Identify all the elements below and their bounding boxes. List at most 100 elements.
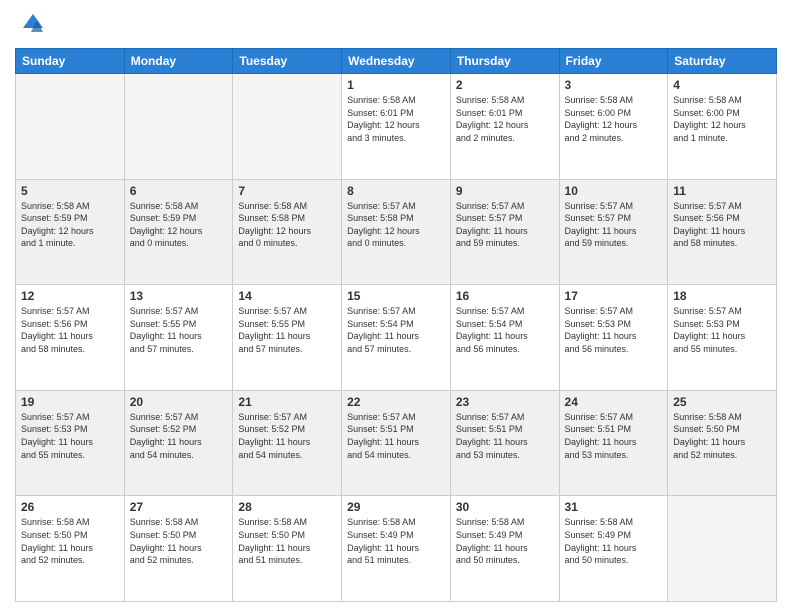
day-info: Sunrise: 5:57 AM Sunset: 5:56 PM Dayligh…: [673, 200, 771, 250]
day-info: Sunrise: 5:57 AM Sunset: 5:51 PM Dayligh…: [456, 411, 554, 461]
day-info: Sunrise: 5:58 AM Sunset: 6:01 PM Dayligh…: [456, 94, 554, 144]
day-number: 30: [456, 500, 554, 514]
col-header-sunday: Sunday: [16, 49, 125, 74]
calendar-cell: 3 Sunrise: 5:58 AM Sunset: 6:00 PM Daylig…: [559, 74, 668, 180]
calendar-cell: 12Sunrise: 5:57 AM Sunset: 5:56 PM Dayli…: [16, 285, 125, 391]
day-number: 17: [565, 289, 663, 303]
day-number: 25: [673, 395, 771, 409]
day-number: 15: [347, 289, 445, 303]
calendar-cell: 31 Sunrise: 5:58 AM Sunset: 5:49 PM Dayli…: [559, 496, 668, 602]
calendar-cell: 13 Sunrise: 5:57 AM Sunset: 5:55 PM Dayli…: [124, 285, 233, 391]
calendar-cell: 4 Sunrise: 5:58 AM Sunset: 6:00 PM Daylig…: [668, 74, 777, 180]
calendar-cell: 1Sunrise: 5:58 AM Sunset: 6:01 PM Daylig…: [342, 74, 451, 180]
day-info: Sunrise: 5:57 AM Sunset: 5:51 PM Dayligh…: [347, 411, 445, 461]
day-info: Sunrise: 5:58 AM Sunset: 5:50 PM Dayligh…: [238, 516, 336, 566]
day-number: 23: [456, 395, 554, 409]
day-number: 16: [456, 289, 554, 303]
calendar-table: SundayMondayTuesdayWednesdayThursdayFrid…: [15, 48, 777, 602]
calendar-cell: 27 Sunrise: 5:58 AM Sunset: 5:50 PM Dayli…: [124, 496, 233, 602]
day-info: Sunrise: 5:58 AM Sunset: 6:00 PM Dayligh…: [565, 94, 663, 144]
col-header-wednesday: Wednesday: [342, 49, 451, 74]
calendar-cell: 23 Sunrise: 5:57 AM Sunset: 5:51 PM Dayli…: [450, 390, 559, 496]
day-number: 8: [347, 184, 445, 198]
day-info: Sunrise: 5:58 AM Sunset: 6:00 PM Dayligh…: [673, 94, 771, 144]
day-number: 7: [238, 184, 336, 198]
day-number: 9: [456, 184, 554, 198]
day-number: 6: [130, 184, 228, 198]
calendar-cell: [124, 74, 233, 180]
day-number: 3: [565, 78, 663, 92]
day-number: 19: [21, 395, 119, 409]
day-number: 31: [565, 500, 663, 514]
calendar-cell: 30 Sunrise: 5:58 AM Sunset: 5:49 PM Dayli…: [450, 496, 559, 602]
calendar-cell: [668, 496, 777, 602]
calendar-header-row: SundayMondayTuesdayWednesdayThursdayFrid…: [16, 49, 777, 74]
page: SundayMondayTuesdayWednesdayThursdayFrid…: [0, 0, 792, 612]
calendar-cell: 10 Sunrise: 5:57 AM Sunset: 5:57 PM Dayli…: [559, 179, 668, 285]
calendar-cell: 6 Sunrise: 5:58 AM Sunset: 5:59 PM Daylig…: [124, 179, 233, 285]
day-info: Sunrise: 5:57 AM Sunset: 5:52 PM Dayligh…: [130, 411, 228, 461]
calendar-week-row: 1 Sunrise: 5:58 AM Sunset: 6:01 PM Daylig…: [16, 74, 777, 180]
calendar-cell: [16, 74, 125, 180]
day-number: 29: [347, 500, 445, 514]
day-info: Sunrise: 5:57 AM Sunset: 5:53 PM Dayligh…: [673, 305, 771, 355]
day-info: Sunrise: 5:57 AM Sunset: 5:54 PM Dayligh…: [347, 305, 445, 355]
day-info: Sunrise: 5:58 AM Sunset: 5:50 PM Dayligh…: [673, 411, 771, 461]
day-number: 2: [456, 78, 554, 92]
col-header-thursday: Thursday: [450, 49, 559, 74]
calendar-cell: 9Sunrise: 5:57 AM Sunset: 5:57 PM Daylig…: [450, 179, 559, 285]
calendar-cell: 21 Sunrise: 5:57 AM Sunset: 5:52 PM Dayli…: [233, 390, 342, 496]
day-info: Sunrise: 5:57 AM Sunset: 5:55 PM Dayligh…: [130, 305, 228, 355]
calendar-cell: 26Sunrise: 5:58 AM Sunset: 5:50 PM Dayli…: [16, 496, 125, 602]
day-number: 22: [347, 395, 445, 409]
day-number: 13: [130, 289, 228, 303]
calendar-week-row: 12Sunrise: 5:57 AM Sunset: 5:56 PM Dayli…: [16, 285, 777, 391]
day-info: Sunrise: 5:58 AM Sunset: 5:59 PM Dayligh…: [21, 200, 119, 250]
calendar-cell: 20 Sunrise: 5:57 AM Sunset: 5:52 PM Dayli…: [124, 390, 233, 496]
day-info: Sunrise: 5:58 AM Sunset: 5:58 PM Dayligh…: [238, 200, 336, 250]
day-info: Sunrise: 5:58 AM Sunset: 5:49 PM Dayligh…: [565, 516, 663, 566]
calendar-cell: 11Sunrise: 5:57 AM Sunset: 5:56 PM Dayli…: [668, 179, 777, 285]
calendar-week-row: 5 Sunrise: 5:58 AM Sunset: 5:59 PM Daylig…: [16, 179, 777, 285]
day-number: 26: [21, 500, 119, 514]
day-number: 18: [673, 289, 771, 303]
day-info: Sunrise: 5:58 AM Sunset: 5:59 PM Dayligh…: [130, 200, 228, 250]
calendar-cell: 19Sunrise: 5:57 AM Sunset: 5:53 PM Dayli…: [16, 390, 125, 496]
calendar-cell: 22 Sunrise: 5:57 AM Sunset: 5:51 PM Dayli…: [342, 390, 451, 496]
day-info: Sunrise: 5:58 AM Sunset: 5:49 PM Dayligh…: [456, 516, 554, 566]
col-header-tuesday: Tuesday: [233, 49, 342, 74]
day-info: Sunrise: 5:57 AM Sunset: 5:51 PM Dayligh…: [565, 411, 663, 461]
day-number: 21: [238, 395, 336, 409]
logo: [15, 10, 49, 40]
day-number: 20: [130, 395, 228, 409]
day-info: Sunrise: 5:58 AM Sunset: 5:50 PM Dayligh…: [130, 516, 228, 566]
calendar-week-row: 26 Sunrise: 5:58 AM Sunset: 5:50 PM Dayli…: [16, 496, 777, 602]
calendar-cell: 28 Sunrise: 5:58 AM Sunset: 5:50 PM Dayli…: [233, 496, 342, 602]
col-header-friday: Friday: [559, 49, 668, 74]
calendar-cell: 5 Sunrise: 5:58 AM Sunset: 5:59 PM Daylig…: [16, 179, 125, 285]
calendar-cell: 29 Sunrise: 5:58 AM Sunset: 5:49 PM Dayli…: [342, 496, 451, 602]
calendar-cell: 8 Sunrise: 5:57 AM Sunset: 5:58 PM Daylig…: [342, 179, 451, 285]
day-number: 28: [238, 500, 336, 514]
day-info: Sunrise: 5:57 AM Sunset: 5:58 PM Dayligh…: [347, 200, 445, 250]
day-number: 5: [21, 184, 119, 198]
day-number: 10: [565, 184, 663, 198]
day-number: 14: [238, 289, 336, 303]
calendar-cell: 18 Sunrise: 5:57 AM Sunset: 5:53 PM Dayli…: [668, 285, 777, 391]
calendar-cell: [233, 74, 342, 180]
calendar-cell: 24 Sunrise: 5:57 AM Sunset: 5:51 PM Dayli…: [559, 390, 668, 496]
calendar-cell: 14Sunrise: 5:57 AM Sunset: 5:55 PM Dayli…: [233, 285, 342, 391]
day-number: 12: [21, 289, 119, 303]
day-number: 1: [347, 78, 445, 92]
calendar-cell: 15 Sunrise: 5:57 AM Sunset: 5:54 PM Dayli…: [342, 285, 451, 391]
calendar-week-row: 19Sunrise: 5:57 AM Sunset: 5:53 PM Dayli…: [16, 390, 777, 496]
header: [15, 10, 777, 40]
day-number: 4: [673, 78, 771, 92]
day-info: Sunrise: 5:57 AM Sunset: 5:53 PM Dayligh…: [565, 305, 663, 355]
day-info: Sunrise: 5:57 AM Sunset: 5:57 PM Dayligh…: [565, 200, 663, 250]
day-number: 24: [565, 395, 663, 409]
day-info: Sunrise: 5:58 AM Sunset: 5:49 PM Dayligh…: [347, 516, 445, 566]
day-info: Sunrise: 5:57 AM Sunset: 5:52 PM Dayligh…: [238, 411, 336, 461]
calendar-cell: 16Sunrise: 5:57 AM Sunset: 5:54 PM Dayli…: [450, 285, 559, 391]
day-number: 27: [130, 500, 228, 514]
